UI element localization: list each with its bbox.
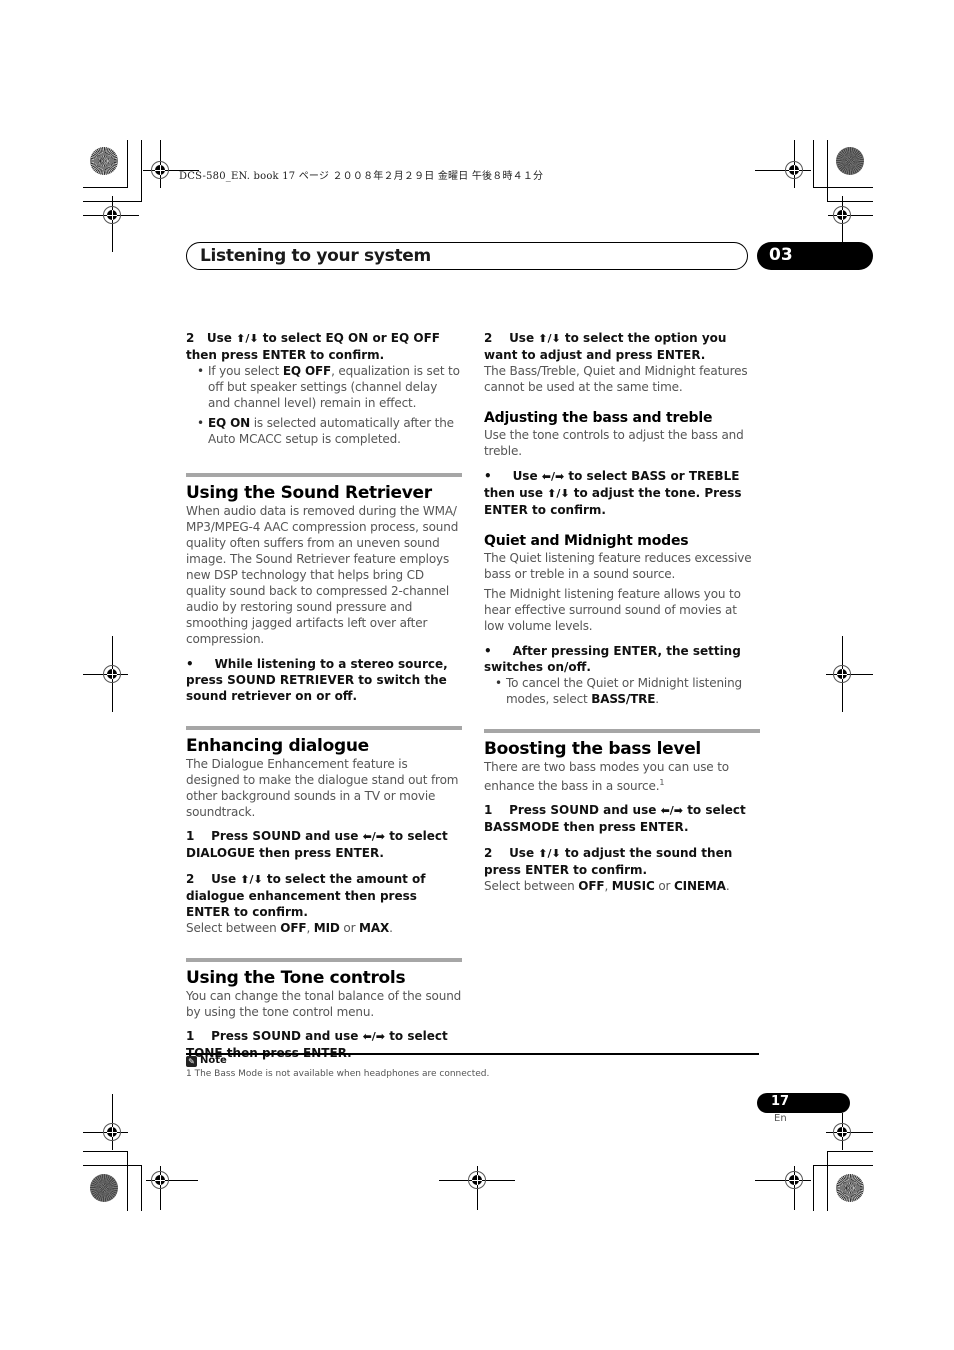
up-down-arrow-icon: ⬆/⬇: [236, 332, 259, 345]
color-registration-mark-icon: [90, 1174, 118, 1202]
section-body: There are two bass modes you can use to …: [484, 760, 729, 793]
chapter-number-tab: 03: [757, 242, 873, 270]
chapter-title: Listening to your system: [200, 246, 431, 266]
left-right-arrow-icon: ⬅/➡: [541, 470, 565, 483]
footnote-ref: 1: [659, 778, 665, 787]
instruction-bullet: • While listening to a stereo source, pr…: [186, 657, 448, 703]
section-divider: [186, 726, 462, 730]
instruction-step: 2 Use ⬆/⬇ to select the amount of dialog…: [186, 872, 426, 919]
chapter-title-bar: Listening to your system: [186, 242, 748, 270]
section-body: The Bass/Treble, Quiet and Midnight feat…: [484, 364, 748, 394]
instruction-bullet: • Use ⬅/➡ to select BASS or TREBLE then …: [484, 469, 742, 517]
footnote-divider: [186, 1053, 759, 1055]
instruction-step: 1 Press SOUND and use ⬅/➡ to select BASS…: [484, 803, 746, 834]
chapter-number: 03: [769, 245, 793, 265]
print-slug: DCS-580_EN. book 17 ページ ２００８年２月２９日 金曜日 午…: [179, 171, 544, 182]
page-language: En: [774, 1113, 787, 1124]
registration-mark-icon: [833, 665, 851, 683]
registration-mark-icon: [151, 1171, 169, 1189]
section-body: The Quiet listening feature reduces exce…: [484, 551, 752, 581]
registration-mark-icon: [103, 1123, 121, 1141]
list-item: • To cancel the Quiet or Midnight listeni…: [495, 676, 743, 706]
color-registration-mark-icon: [836, 1174, 864, 1202]
instruction-step: 1 Press SOUND and use ⬅/➡ to select TONE…: [186, 1029, 448, 1060]
left-column: 2 Use ⬆/⬇ to select EQ ON or EQ OFF then…: [186, 330, 462, 1061]
instruction-bullet: • After pressing ENTER, the setting swit…: [484, 644, 741, 674]
instruction-step: 2 Use ⬆/⬇ to adjust the sound then press…: [484, 846, 733, 877]
registration-mark-icon: [833, 206, 851, 224]
section-heading-enhancing-dialogue: Enhancing dialogue: [186, 736, 369, 756]
up-down-arrow-icon: ⬆/⬇: [240, 873, 263, 886]
subheading-quiet-midnight: Quiet and Midnight modes: [484, 533, 689, 549]
right-column: 2 Use ⬆/⬇ to select the option you want …: [484, 330, 760, 894]
color-registration-mark-icon: [836, 147, 864, 175]
note-heading: ✎ Note: [186, 1055, 227, 1067]
section-body: When audio data is removed during the WM…: [186, 504, 459, 646]
instruction-step: 1 Press SOUND and use ⬅/➡ to select DIAL…: [186, 829, 448, 860]
options-text: Select between OFF, MUSIC or CINEMA.: [484, 879, 730, 893]
up-down-arrow-icon: ⬆/⬇: [547, 487, 570, 500]
list-item: • EQ ON is selected automatically after t…: [197, 416, 454, 446]
section-body: You can change the tonal balance of the …: [186, 989, 462, 1019]
footnote-text: 1 The Bass Mode is not available when he…: [186, 1069, 490, 1079]
section-heading-sound-retriever: Using the Sound Retriever: [186, 483, 432, 503]
section-divider: [484, 729, 760, 733]
registration-mark-icon: [103, 665, 121, 683]
section-body: The Dialogue Enhancement feature is desi…: [186, 757, 459, 819]
instruction-step: 2 Use ⬆/⬇ to select the option you want …: [484, 331, 727, 362]
options-text: Select between OFF, MID or MAX.: [186, 921, 393, 935]
registration-mark-icon: [468, 1171, 486, 1189]
section-body: The Midnight listening feature allows yo…: [484, 587, 741, 633]
list-item: • If you select EQ OFF, equalization is s…: [197, 364, 460, 410]
note-pencil-icon: ✎: [186, 1056, 197, 1067]
section-body: Use the tone controls to adjust the bass…: [484, 428, 744, 458]
registration-mark-icon: [785, 1171, 803, 1189]
section-divider: [186, 958, 462, 962]
section-heading-tone-controls: Using the Tone controls: [186, 968, 406, 988]
registration-mark-icon: [833, 1123, 851, 1141]
section-divider: [186, 473, 462, 477]
registration-mark-icon: [103, 206, 121, 224]
left-right-arrow-icon: ⬅/➡: [660, 804, 684, 817]
subheading-bass-treble: Adjusting the bass and treble: [484, 410, 713, 426]
up-down-arrow-icon: ⬆/⬇: [538, 332, 561, 345]
page-number: 17: [771, 1094, 790, 1109]
left-right-arrow-icon: ⬅/➡: [362, 1030, 386, 1043]
section-heading-boosting-bass: Boosting the bass level: [484, 739, 701, 759]
eq-step: 2 Use ⬆/⬇ to select EQ ON or EQ OFF then…: [186, 331, 440, 362]
up-down-arrow-icon: ⬆/⬇: [538, 847, 561, 860]
page-number-tab: 17: [757, 1093, 850, 1113]
registration-mark-icon: [151, 161, 169, 179]
registration-mark-icon: [785, 161, 803, 179]
left-right-arrow-icon: ⬅/➡: [362, 830, 386, 843]
color-registration-mark-icon: [90, 147, 118, 175]
